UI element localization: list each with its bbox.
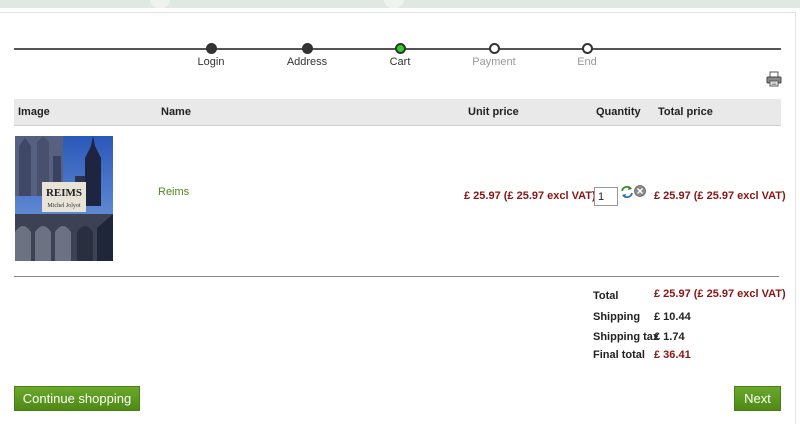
step-end: End [547,43,627,68]
unit-price: £ 25.97 (£ 25.97 excl VAT) [464,190,596,202]
top-band [0,0,800,8]
step-dot [205,43,217,54]
summary-shipping-tax-value: £ 1.74 [654,331,685,343]
header-name: Name [161,106,191,118]
step-dot [301,43,313,54]
header-quantity: Quantity [596,106,641,118]
decor-bump [150,0,170,8]
cart-table-header: Image Name Unit price Quantity Total pri… [14,99,781,126]
summary-shipping-tax-label: Shipping tax [593,331,659,343]
summary-final-total-value: £ 36.41 [654,349,691,361]
summary-shipping-label: Shipping [593,311,641,323]
summary-total-label: Total [593,290,619,302]
content-frame [0,12,796,424]
next-button[interactable]: Next [734,386,781,411]
quantity-input[interactable] [594,187,618,206]
step-address[interactable]: Address [267,43,347,68]
step-label: Payment [472,56,516,68]
header-image: Image [18,106,50,118]
refresh-icon[interactable] [620,185,634,199]
continue-shopping-button[interactable]: Continue shopping [14,386,140,411]
header-total-price: Total price [658,106,713,118]
decor-bump [384,0,404,8]
line-total-price: £ 25.97 (£ 25.97 excl VAT) [654,190,786,202]
book-cover-title: REIMS [46,187,82,199]
cart-divider [14,276,779,277]
product-image[interactable]: REIMS Michel Jolyot [15,136,113,261]
book-cover-author: Michel Jolyot [47,203,80,209]
header-unit-price: Unit price [468,106,519,118]
step-label: Cart [389,56,411,68]
step-dot-current [394,43,406,54]
step-payment: Payment [454,43,534,68]
step-login[interactable]: Login [171,43,251,68]
step-label: Login [197,56,225,68]
printer-icon[interactable] [766,71,782,87]
summary-shipping-value: £ 10.44 [654,311,691,323]
summary-total-value: £ 25.97 (£ 25.97 excl VAT) [654,288,786,300]
product-name-link[interactable]: Reims [158,186,189,198]
remove-icon[interactable] [634,185,646,197]
step-dot [581,43,593,54]
step-dot [488,43,500,54]
step-label: End [577,56,597,68]
step-label: Address [286,56,328,68]
summary-final-total-label: Final total [593,349,645,361]
step-cart: Cart [360,43,440,68]
